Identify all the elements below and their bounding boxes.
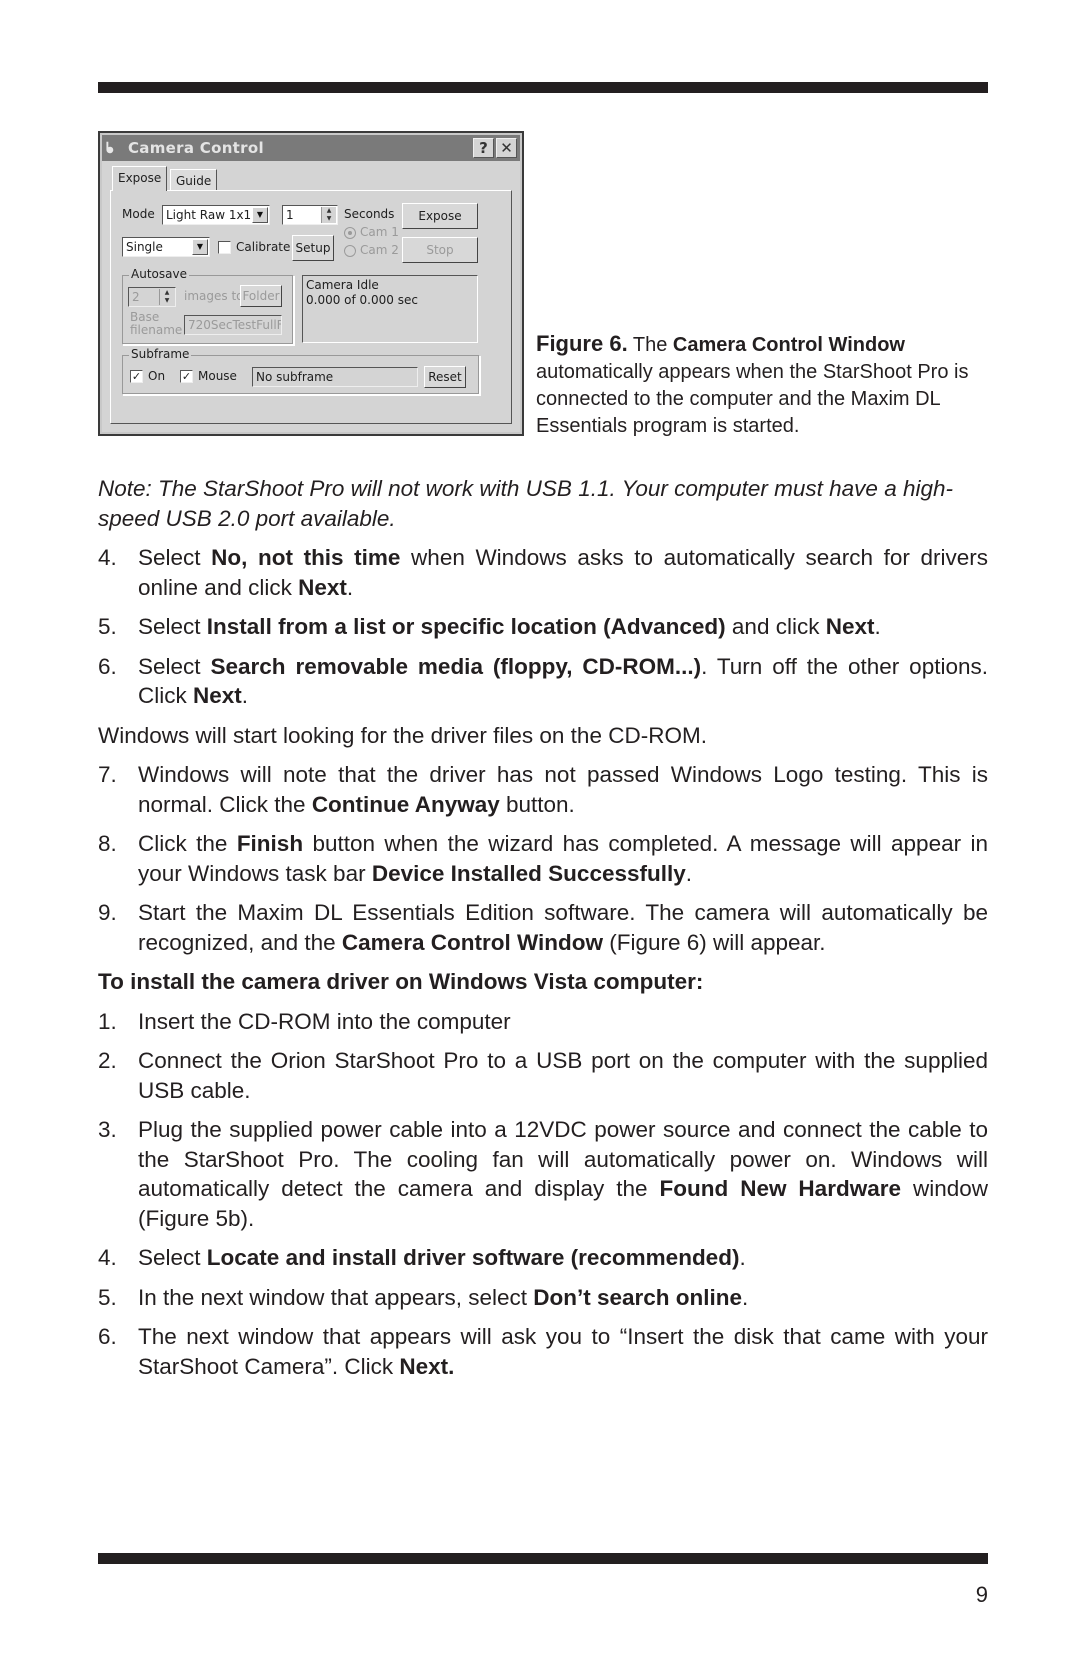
list-item: 6. The next window that appears will ask …	[98, 1322, 988, 1381]
list-item: 1. Insert the CD-ROM into the computer	[98, 1007, 988, 1037]
step-number: 4.	[98, 545, 117, 570]
xp-steps-list: 4. Select No, not this time when Windows …	[98, 543, 988, 711]
mode-value: Light Raw 1x1	[166, 208, 252, 222]
step-number: 2.	[98, 1048, 117, 1073]
spinner-icon[interactable]: ▲ ▼	[321, 207, 336, 223]
seconds-value: 1	[286, 208, 294, 222]
step-text: Select Locate and install driver softwar…	[138, 1245, 746, 1270]
xp-steps-list-2: 7. Windows will note that the driver has …	[98, 760, 988, 957]
step-number: 5.	[98, 614, 117, 639]
base-filename-input[interactable]: 720SecTestFullF	[184, 315, 282, 335]
subframe-mouse-checkbox[interactable]: ✓	[180, 370, 193, 383]
status-line-1: Camera Idle	[306, 278, 379, 292]
list-item: 4. Select Locate and install driver softw…	[98, 1243, 988, 1273]
sequence-dropdown[interactable]: Single ▼	[122, 237, 210, 257]
list-item: 4. Select No, not this time when Windows …	[98, 543, 988, 602]
seconds-label: Seconds	[344, 207, 395, 221]
step-number: 4.	[98, 1245, 117, 1270]
images-to-label: images to	[184, 289, 244, 303]
windows-looking-text: Windows will start looking for the drive…	[98, 722, 707, 748]
tab-expose[interactable]: Expose	[112, 166, 168, 191]
list-item: 7. Windows will note that the driver has …	[98, 760, 988, 819]
list-item: 2. Connect the Orion StarShoot Pro to a U…	[98, 1046, 988, 1105]
calibrate-checkbox[interactable]	[218, 241, 231, 254]
autosave-label: Autosave	[129, 267, 189, 281]
list-item: 3. Plug the supplied power cable into a 1…	[98, 1115, 988, 1233]
camera-control-window: ᖲ Camera Control ? ✕ Expose Guide Mode L…	[98, 131, 524, 436]
camera-status-box: Camera Idle 0.000 of 0.000 sec	[302, 275, 478, 343]
vista-heading: To install the camera driver on Windows …	[98, 969, 704, 994]
step-number: 6.	[98, 653, 117, 679]
step-number: 1.	[98, 1008, 117, 1034]
cam1-radio[interactable]	[344, 227, 356, 239]
subframe-mouse-label: Mouse	[198, 369, 237, 383]
list-item: 5. In the next window that appears, selec…	[98, 1283, 988, 1313]
app-icon: ᖲ	[106, 139, 114, 157]
list-item: 5. Select Install from a list or specific…	[98, 612, 988, 642]
step-text: Insert the CD-ROM into the computer	[138, 1008, 511, 1034]
reset-button[interactable]: Reset	[424, 366, 466, 388]
window-body: Expose Guide Mode Light Raw 1x1 ▼ 1 ▲ ▼ S…	[102, 161, 520, 432]
folder-button[interactable]: Folder	[240, 285, 282, 307]
list-item: 8. Click the Finish button when the wizar…	[98, 829, 988, 888]
list-item: 6. Select Search removable media (floppy,…	[98, 652, 988, 711]
cam2-radio[interactable]	[344, 245, 356, 257]
autosave-count-input[interactable]: 2 ▲ ▼	[128, 287, 176, 307]
step-number: 6.	[98, 1324, 117, 1349]
figure-number: Figure 6.	[536, 331, 628, 356]
autosave-count-value: 2	[132, 290, 140, 304]
vista-steps-list: 1. Insert the CD-ROM into the computer 2. C…	[98, 1007, 988, 1382]
step-text: Start the Maxim DL Essentials Edition so…	[138, 900, 988, 955]
close-button[interactable]: ✕	[496, 138, 517, 158]
step-text: In the next window that appears, select …	[138, 1284, 749, 1310]
step-number: 8.	[98, 831, 117, 856]
bottom-rule	[98, 1553, 988, 1564]
step-text: Click the Finish button when the wizard …	[138, 831, 988, 886]
cam1-label: Cam 1	[360, 225, 399, 239]
page-number: 9	[975, 1582, 988, 1607]
seconds-input[interactable]: 1 ▲ ▼	[282, 205, 338, 225]
step-text: Select No, not this time when Windows as…	[138, 545, 988, 600]
step-text: Select Install from a list or specific l…	[138, 614, 881, 639]
step-text: Windows will note that the driver has no…	[138, 762, 988, 817]
mode-label: Mode	[122, 207, 155, 221]
chevron-down-icon[interactable]: ▼	[192, 239, 208, 255]
usb-note: Note: The StarShoot Pro will not work wi…	[98, 476, 953, 531]
base-filename-label: Base filename	[130, 310, 183, 337]
step-number: 3.	[98, 1117, 117, 1142]
tab-guide[interactable]: Guide	[170, 169, 218, 191]
calibrate-label: Calibrate	[236, 240, 291, 254]
step-number: 9.	[98, 900, 117, 925]
top-rule	[98, 82, 988, 93]
subframe-label: Subframe	[129, 347, 192, 361]
figure-caption: Figure 6. The Camera Control Window auto…	[536, 331, 969, 437]
subframe-field: No subframe	[252, 367, 418, 387]
window-title: Camera Control	[128, 139, 264, 157]
step-text: Connect the Orion StarShoot Pro to a USB…	[138, 1048, 988, 1103]
step-number: 7.	[98, 762, 117, 787]
expose-button[interactable]: Expose	[402, 203, 478, 229]
status-line-2: 0.000 of 0.000 sec	[306, 293, 418, 307]
stop-button[interactable]: Stop	[402, 237, 478, 263]
step-text: The next window that appears will ask yo…	[138, 1324, 988, 1379]
list-item: 9. Start the Maxim DL Essentials Edition …	[98, 898, 988, 957]
sequence-value: Single	[126, 240, 163, 254]
instructions-body: Note: The StarShoot Pro will not work wi…	[98, 474, 988, 1391]
spinner-icon[interactable]: ▲ ▼	[159, 289, 174, 305]
mode-dropdown[interactable]: Light Raw 1x1 ▼	[162, 205, 270, 225]
subframe-on-checkbox[interactable]: ✓	[130, 370, 143, 383]
chevron-down-icon[interactable]: ▼	[252, 207, 268, 223]
help-button[interactable]: ?	[473, 138, 494, 158]
subframe-on-label: On	[148, 369, 166, 383]
step-text: Select Search removable media (floppy, C…	[138, 653, 988, 709]
title-bar: ᖲ Camera Control ? ✕	[102, 135, 520, 161]
step-number: 5.	[98, 1284, 117, 1310]
step-text: Plug the supplied power cable into a 12V…	[138, 1117, 988, 1231]
cam2-label: Cam 2	[360, 243, 399, 257]
setup-button[interactable]: Setup	[292, 235, 334, 261]
